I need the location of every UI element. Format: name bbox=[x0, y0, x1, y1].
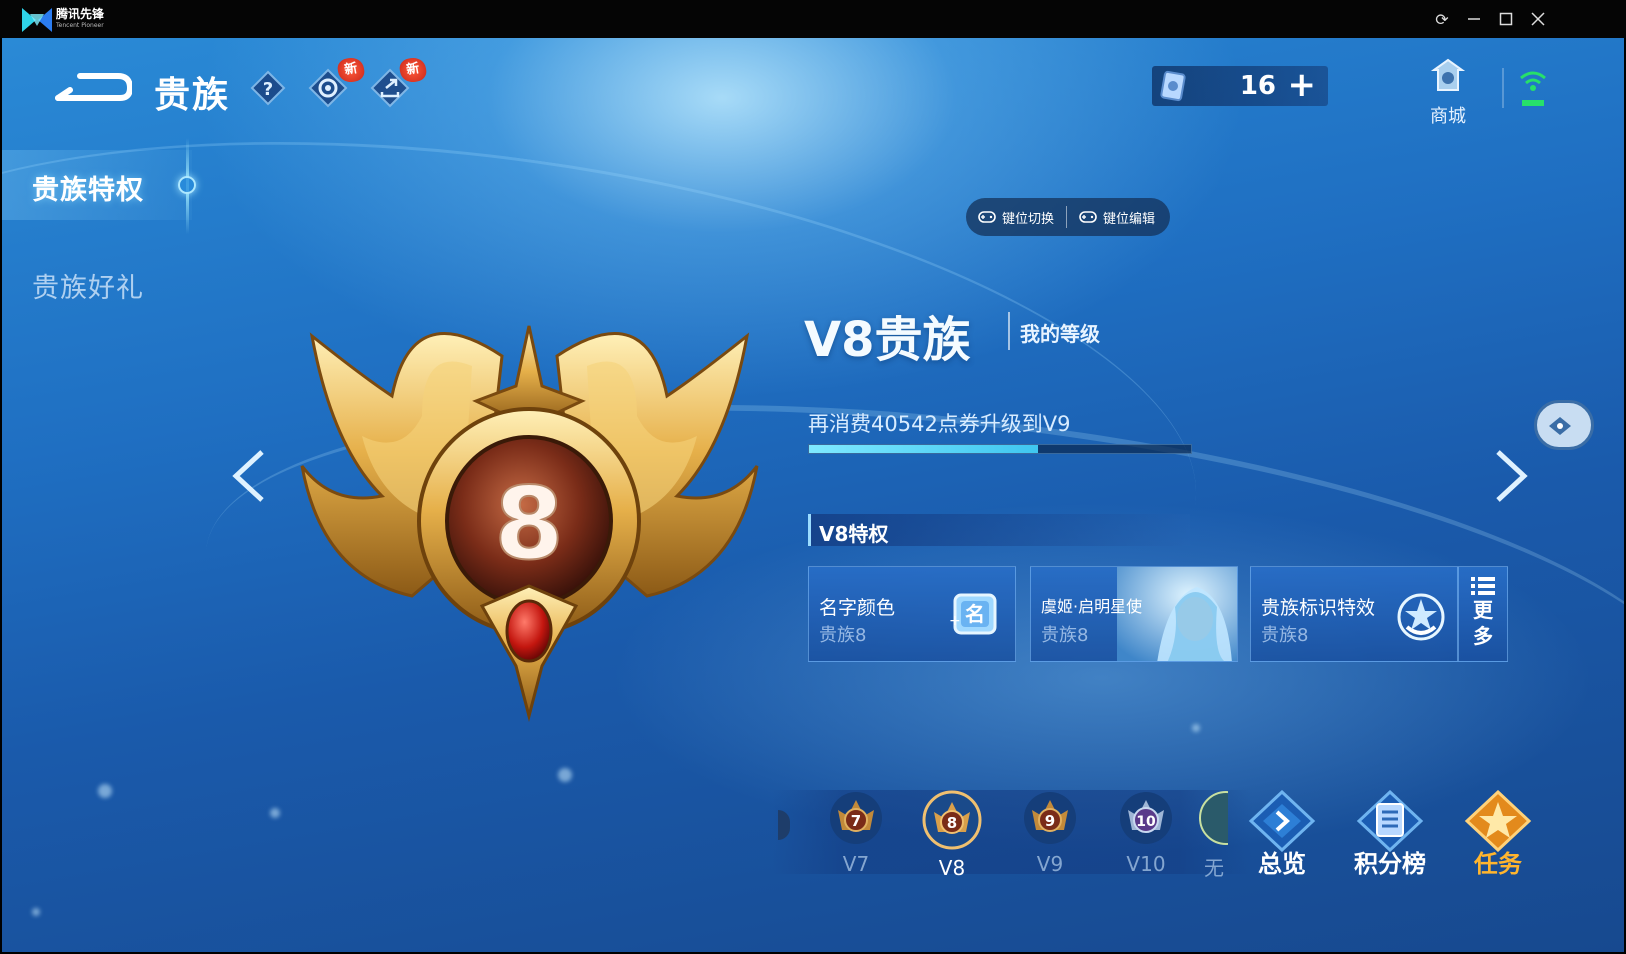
perk-name: 名字颜色 bbox=[819, 597, 896, 619]
page-title: 贵族 bbox=[154, 75, 231, 116]
perk-level: 贵族8 bbox=[1041, 625, 1089, 646]
leaderboard-button[interactable]: 积分榜 bbox=[1344, 790, 1436, 879]
add-coupon-button[interactable]: + bbox=[1288, 68, 1317, 102]
badge-effect-icon bbox=[1397, 593, 1445, 641]
perk-name: 贵族标识特效 bbox=[1261, 597, 1376, 619]
medal-icon: 9 bbox=[1024, 792, 1076, 844]
wifi-icon bbox=[1520, 71, 1546, 106]
svg-text:?: ? bbox=[263, 79, 273, 100]
next-level-arrow-icon[interactable] bbox=[1492, 448, 1532, 504]
share-button[interactable]: 新 bbox=[370, 55, 428, 108]
level-label: V8 bbox=[938, 856, 966, 880]
my-level-label[interactable]: 我的等级 bbox=[1020, 318, 1100, 347]
list-icon bbox=[1471, 577, 1495, 595]
app-subtitle: Tencent Pioneer bbox=[56, 22, 104, 29]
game-screen: 贵族 ? 新 新 16 + 商城 贵族特权 贵族好礼 8 键位切换 键位编辑 V… bbox=[2, 38, 1624, 952]
previous-level-arrow-icon[interactable] bbox=[228, 448, 268, 504]
side-drawer-handle[interactable] bbox=[1534, 400, 1594, 450]
settings-button[interactable]: 新 bbox=[308, 55, 366, 108]
tasks-icon bbox=[1464, 790, 1532, 852]
perk-card-skin[interactable]: 虞姬·启明星使 贵族8 bbox=[1030, 566, 1238, 662]
keymap-switch-button[interactable]: 键位切换 bbox=[966, 198, 1066, 236]
leaderboard-label: 积分榜 bbox=[1354, 850, 1426, 878]
overview-label: 总览 bbox=[1258, 850, 1306, 878]
shop-icon bbox=[1430, 58, 1466, 91]
perks-heading-label: V8特权 bbox=[819, 522, 889, 546]
more-perks-label-2: 多 bbox=[1473, 624, 1493, 648]
shop-button[interactable]: 商城 bbox=[1426, 56, 1470, 128]
level-v8[interactable]: 8 V8 bbox=[922, 790, 982, 880]
keymap-edit-button[interactable]: 键位编辑 bbox=[1067, 198, 1167, 236]
perk-card-name-color[interactable]: 名字颜色 贵族8 名 + bbox=[808, 566, 1016, 662]
sidebar-item-privileges[interactable]: 贵族特权 bbox=[32, 168, 144, 207]
coupon-balance: 16 + bbox=[1152, 66, 1328, 106]
leaderboard-icon bbox=[1356, 790, 1424, 852]
emblem-number: 8 bbox=[494, 465, 564, 582]
level-next-partial[interactable]: 无 bbox=[1198, 790, 1228, 881]
overview-icon bbox=[1248, 790, 1316, 852]
medal-icon: 7 bbox=[830, 792, 882, 844]
level-v9[interactable]: 9 V9 bbox=[1020, 790, 1080, 876]
coupon-count: 16 bbox=[1239, 71, 1276, 101]
svg-text:7: 7 bbox=[851, 812, 861, 830]
more-perks-label-1: 更 bbox=[1473, 598, 1493, 622]
svg-text:+: + bbox=[949, 613, 961, 629]
eye-icon bbox=[1549, 417, 1571, 435]
medal-icon: 8 bbox=[922, 790, 982, 850]
shop-label: 商城 bbox=[1430, 106, 1466, 127]
svg-text:10: 10 bbox=[1136, 814, 1156, 830]
level-label: V7 bbox=[842, 852, 870, 876]
window-titlebar: 腾讯先锋 Tencent Pioneer ⟳ bbox=[0, 0, 1626, 38]
medal-icon bbox=[1199, 791, 1228, 845]
sidebar-item-gifts[interactable]: 贵族好礼 bbox=[32, 266, 144, 305]
svg-text:9: 9 bbox=[1045, 812, 1055, 830]
medal-icon: 10 bbox=[1120, 792, 1172, 844]
minimize-icon[interactable] bbox=[1462, 8, 1486, 30]
app-logo-icon bbox=[22, 8, 52, 32]
noble-level-emblem: 8 bbox=[300, 325, 759, 722]
name-color-icon: 名 + bbox=[949, 593, 997, 635]
gamepad-icon bbox=[978, 211, 996, 223]
level-progress-bar bbox=[808, 444, 1192, 454]
refresh-icon[interactable]: ⟳ bbox=[1430, 8, 1454, 30]
level-v7[interactable]: 7 V7 bbox=[826, 790, 886, 876]
sidebar-indicator-dot bbox=[178, 176, 196, 194]
svg-text:8: 8 bbox=[947, 814, 957, 832]
maximize-icon[interactable] bbox=[1494, 8, 1518, 30]
help-icon[interactable]: ? bbox=[250, 70, 286, 106]
more-perks-button[interactable]: 更 多 bbox=[1458, 566, 1508, 662]
perk-level: 贵族8 bbox=[819, 625, 867, 646]
perk-card-badge-effect[interactable]: 贵族标识特效 贵族8 bbox=[1250, 566, 1458, 662]
upgrade-requirement: 再消费40542点券升级到V9 bbox=[808, 412, 1071, 436]
level-label: V9 bbox=[1036, 852, 1064, 876]
level-label: V10 bbox=[1126, 852, 1166, 876]
tasks-label: 任务 bbox=[1474, 850, 1522, 878]
divider bbox=[1008, 312, 1010, 350]
svg-text:名: 名 bbox=[965, 602, 985, 626]
perks-heading: V8特权 bbox=[808, 514, 1190, 546]
back-arrow-icon[interactable] bbox=[50, 68, 132, 108]
level-v10[interactable]: 10 V10 bbox=[1116, 790, 1176, 876]
coupon-icon bbox=[1160, 70, 1186, 102]
perk-level: 贵族8 bbox=[1261, 625, 1309, 646]
divider bbox=[1502, 68, 1504, 108]
keymap-switch-label: 键位切换 bbox=[1002, 211, 1055, 227]
keymap-toolbar: 键位切换 键位编辑 bbox=[966, 198, 1170, 236]
perk-name: 虞姬·启明星使 bbox=[1041, 597, 1143, 616]
overview-button[interactable]: 总览 bbox=[1236, 790, 1328, 879]
app-name: 腾讯先锋 bbox=[56, 7, 105, 21]
keymap-edit-label: 键位编辑 bbox=[1103, 211, 1156, 227]
level-title: V8贵族 bbox=[804, 312, 971, 368]
tasks-button[interactable]: 任务 bbox=[1452, 790, 1544, 879]
close-icon[interactable] bbox=[1526, 8, 1550, 30]
level-progress-fill bbox=[809, 445, 1039, 453]
gamepad-icon bbox=[1079, 211, 1097, 223]
level-label: 无 bbox=[1204, 856, 1224, 880]
